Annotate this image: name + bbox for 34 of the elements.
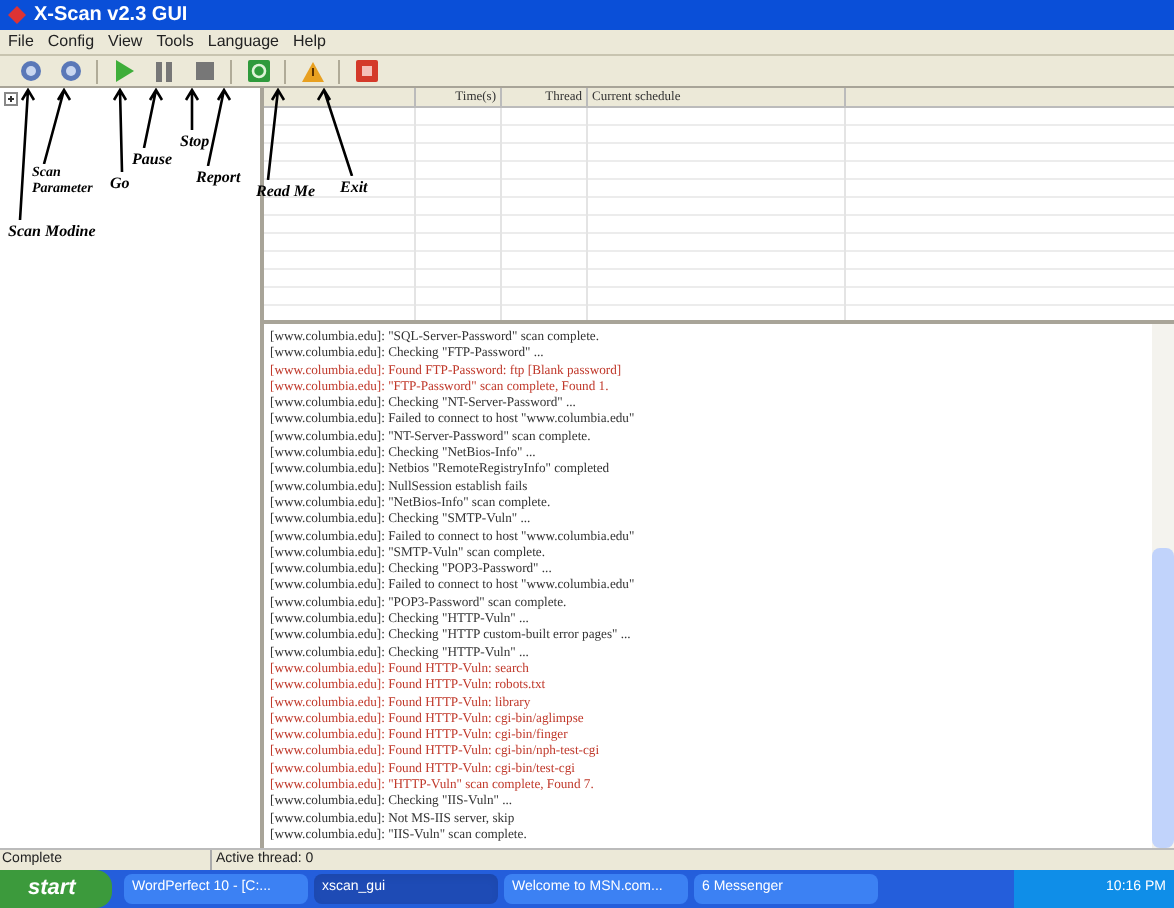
menu-item[interactable]: Language bbox=[207, 30, 279, 54]
toolbar-button[interactable] bbox=[298, 57, 326, 85]
report-icon bbox=[247, 60, 269, 82]
toolbar-button[interactable] bbox=[16, 57, 44, 85]
scrollbar[interactable] bbox=[1152, 324, 1174, 848]
play-icon bbox=[115, 60, 133, 82]
exit-icon bbox=[355, 60, 377, 82]
annotation-label: Exit bbox=[340, 176, 368, 200]
window-title: X-Scan v2.3 GUI bbox=[34, 2, 188, 30]
toolbar-button[interactable] bbox=[56, 57, 84, 85]
annotation-label: Read Me bbox=[256, 180, 316, 204]
toolbar-button[interactable] bbox=[352, 57, 380, 85]
arrow bbox=[112, 88, 130, 172]
ring-icon bbox=[19, 60, 41, 82]
toolbar-button[interactable] bbox=[244, 57, 272, 85]
stop-icon bbox=[195, 62, 213, 80]
toolbar-button[interactable] bbox=[110, 57, 138, 85]
toolbar-button[interactable] bbox=[190, 57, 218, 85]
annotation-label: Pause bbox=[132, 148, 172, 172]
warning-icon bbox=[301, 61, 323, 81]
annotation-label: Stop bbox=[180, 130, 210, 154]
toolbar-button[interactable] bbox=[150, 57, 178, 85]
annotation-label: Go bbox=[110, 172, 130, 196]
menu-item[interactable]: View bbox=[108, 30, 143, 54]
expand-icon[interactable] bbox=[4, 92, 18, 106]
menu-item[interactable]: Help bbox=[293, 30, 326, 54]
start-button[interactable]: start bbox=[0, 870, 112, 908]
menu-item[interactable]: File bbox=[8, 30, 34, 54]
annotation-label: Scan Modine bbox=[8, 220, 96, 244]
menu-item[interactable]: Config bbox=[47, 30, 95, 54]
app-icon bbox=[8, 6, 26, 24]
pause-icon bbox=[156, 61, 172, 81]
menu-item[interactable]: Tools bbox=[156, 30, 194, 54]
annotation-label: Report bbox=[196, 166, 241, 190]
